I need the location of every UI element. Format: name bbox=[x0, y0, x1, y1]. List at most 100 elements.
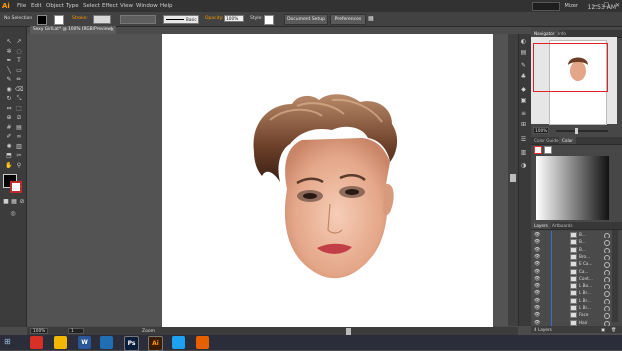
navigator-zoom-knob[interactable] bbox=[575, 128, 578, 134]
layer-name[interactable]: B... bbox=[579, 247, 586, 253]
layer-name[interactable]: Cont... bbox=[579, 276, 593, 282]
document-setup-button[interactable]: Document Setup bbox=[284, 14, 328, 25]
visibility-eye-icon[interactable]: 👁 bbox=[534, 312, 540, 318]
navigator-view-rectangle[interactable] bbox=[533, 43, 608, 92]
eraser-tool-icon[interactable]: ⌫ bbox=[15, 86, 23, 93]
gradient-panel-icon[interactable]: ▥ bbox=[520, 149, 527, 156]
magic-wand-tool-icon[interactable]: ✲ bbox=[5, 48, 13, 55]
visibility-eye-icon[interactable]: 👁 bbox=[534, 305, 540, 311]
perspective-tool-icon[interactable]: ⧄ bbox=[15, 114, 23, 121]
selection-tool-icon[interactable]: ↖ bbox=[5, 38, 13, 45]
vertical-scroll-thumb[interactable] bbox=[510, 174, 516, 182]
visibility-eye-icon[interactable]: 👁 bbox=[534, 247, 540, 253]
blob-brush-tool-icon[interactable]: ◉ bbox=[5, 86, 13, 93]
layer-name[interactable]: Bro... bbox=[579, 254, 590, 260]
visibility-eye-icon[interactable]: 👁 bbox=[534, 290, 540, 296]
transform-icon[interactable]: ⊞ bbox=[520, 121, 527, 128]
color-mode-icon[interactable]: ■ bbox=[2, 198, 10, 205]
layer-name[interactable]: L Br... bbox=[579, 298, 591, 304]
visibility-eye-icon[interactable]: 👁 bbox=[534, 261, 540, 267]
artboard-tool-icon[interactable]: ⬒ bbox=[5, 152, 13, 159]
rectangle-tool-icon[interactable]: ▭ bbox=[15, 67, 23, 74]
style-swatch[interactable] bbox=[264, 15, 274, 25]
twitter-icon[interactable] bbox=[172, 336, 185, 349]
hand-tool-icon[interactable]: ✋ bbox=[5, 162, 13, 169]
layer-name[interactable]: Hair bbox=[579, 320, 588, 326]
tab-layers[interactable]: Layers bbox=[531, 222, 551, 229]
visibility-eye-icon[interactable]: 👁 bbox=[534, 298, 540, 304]
free-transform-tool-icon[interactable]: ⬚ bbox=[15, 105, 23, 112]
lasso-tool-icon[interactable]: ◌ bbox=[15, 48, 23, 55]
artboard[interactable] bbox=[162, 34, 493, 327]
visibility-eye-icon[interactable]: 👁 bbox=[534, 254, 540, 260]
visibility-eye-icon[interactable]: 👁 bbox=[534, 269, 540, 275]
layers-scrollbar[interactable] bbox=[612, 230, 618, 322]
width-tool-icon[interactable]: ⇔ bbox=[5, 105, 13, 112]
layer-name[interactable]: B... bbox=[579, 232, 586, 238]
firefox-icon[interactable] bbox=[196, 336, 209, 349]
symbol-sprayer-tool-icon[interactable]: ✺ bbox=[5, 143, 13, 150]
visibility-eye-icon[interactable]: 👁 bbox=[534, 276, 540, 282]
opacity-label[interactable]: Opacity: bbox=[205, 16, 224, 22]
menu-object[interactable]: Object bbox=[46, 2, 64, 10]
graphic-styles-icon[interactable]: ◆ bbox=[520, 86, 527, 93]
tab-info[interactable]: Info bbox=[555, 30, 569, 37]
scale-tool-icon[interactable]: ⤡ bbox=[15, 95, 23, 102]
brushes-icon[interactable]: ✎ bbox=[520, 62, 527, 69]
stroke-color-box[interactable] bbox=[10, 181, 22, 193]
navigator-zoom-slider[interactable] bbox=[556, 130, 608, 132]
none-mode-icon[interactable]: ⊘ bbox=[18, 198, 26, 205]
line-tool-icon[interactable]: ╲ bbox=[5, 67, 13, 74]
menu-effect[interactable]: Effect bbox=[102, 2, 118, 10]
menu-window[interactable]: Window bbox=[136, 2, 158, 10]
layer-name[interactable]: L Br... bbox=[579, 305, 591, 311]
menu-type[interactable]: Type bbox=[66, 2, 79, 10]
status-tool-label[interactable]: Zoom bbox=[142, 328, 155, 335]
artboard-number-field[interactable]: 1 bbox=[68, 328, 84, 334]
eyedropper-tool-icon[interactable]: ✐ bbox=[5, 133, 13, 140]
horizontal-scroll-thumb[interactable] bbox=[346, 328, 351, 335]
blend-tool-icon[interactable]: ∞ bbox=[15, 133, 23, 140]
layer-name[interactable]: B... bbox=[579, 239, 586, 245]
draw-mode-icon[interactable]: ◎ bbox=[9, 210, 17, 217]
layer-name[interactable]: L Bo... bbox=[579, 283, 592, 289]
document-tab[interactable]: Sexy GirlLat* @ 100% (RGB/Preview) bbox=[30, 26, 116, 34]
illustrator-icon[interactable]: Ai bbox=[148, 336, 163, 351]
direct-selection-tool-icon[interactable]: ↗ bbox=[15, 38, 23, 45]
menu-edit[interactable]: Edit bbox=[31, 2, 42, 10]
layer-name[interactable]: Ca... bbox=[579, 269, 588, 275]
color-stroke-swatch[interactable] bbox=[544, 146, 552, 154]
pen-tool-icon[interactable]: ✒ bbox=[5, 57, 13, 64]
color-spectrum[interactable] bbox=[536, 156, 609, 220]
close-icon[interactable]: × bbox=[110, 26, 116, 34]
folder-icon[interactable] bbox=[54, 336, 67, 349]
ie-icon[interactable] bbox=[100, 336, 113, 349]
align-icon[interactable]: ≡ bbox=[520, 110, 527, 117]
shape-builder-tool-icon[interactable]: ⊕ bbox=[5, 114, 13, 121]
gradient-tool-icon[interactable]: ▤ bbox=[15, 124, 23, 131]
zoom-field[interactable]: 100% bbox=[30, 328, 48, 334]
menu-view[interactable]: View bbox=[120, 2, 133, 10]
preferences-button[interactable]: Preferences bbox=[330, 14, 366, 25]
stroke-weight-field[interactable] bbox=[93, 15, 111, 24]
symbols-icon[interactable]: ♣ bbox=[520, 73, 527, 80]
color-fill-swatch[interactable] bbox=[534, 146, 542, 154]
visibility-eye-icon[interactable]: 👁 bbox=[534, 239, 540, 245]
type-tool-icon[interactable]: T bbox=[15, 57, 23, 64]
zoom-tool-icon[interactable]: ⚲ bbox=[15, 162, 23, 169]
photoshop-icon[interactable]: Ps bbox=[124, 336, 139, 351]
delete-layer-icon[interactable]: 🗑 bbox=[611, 326, 616, 333]
visibility-eye-icon[interactable]: 👁 bbox=[534, 232, 540, 238]
brush-field[interactable]: Basic bbox=[163, 15, 199, 24]
new-layer-icon[interactable]: ▣ bbox=[601, 326, 605, 333]
layer-name[interactable]: E Ca... bbox=[579, 261, 592, 267]
tab-artboards[interactable]: Artboards bbox=[549, 222, 576, 229]
stroke-panel-icon[interactable]: ☰ bbox=[520, 136, 527, 143]
tab-color-guide[interactable]: Color Guide bbox=[531, 137, 562, 144]
tab-navigator[interactable]: Navigator bbox=[531, 30, 558, 37]
swatches-icon[interactable]: ▤ bbox=[520, 49, 527, 56]
menu-file[interactable]: File bbox=[17, 2, 26, 10]
mesh-tool-icon[interactable]: # bbox=[5, 124, 13, 131]
navigator-zoom-field[interactable]: 100% bbox=[533, 127, 549, 134]
variable-width-field[interactable] bbox=[120, 15, 156, 24]
